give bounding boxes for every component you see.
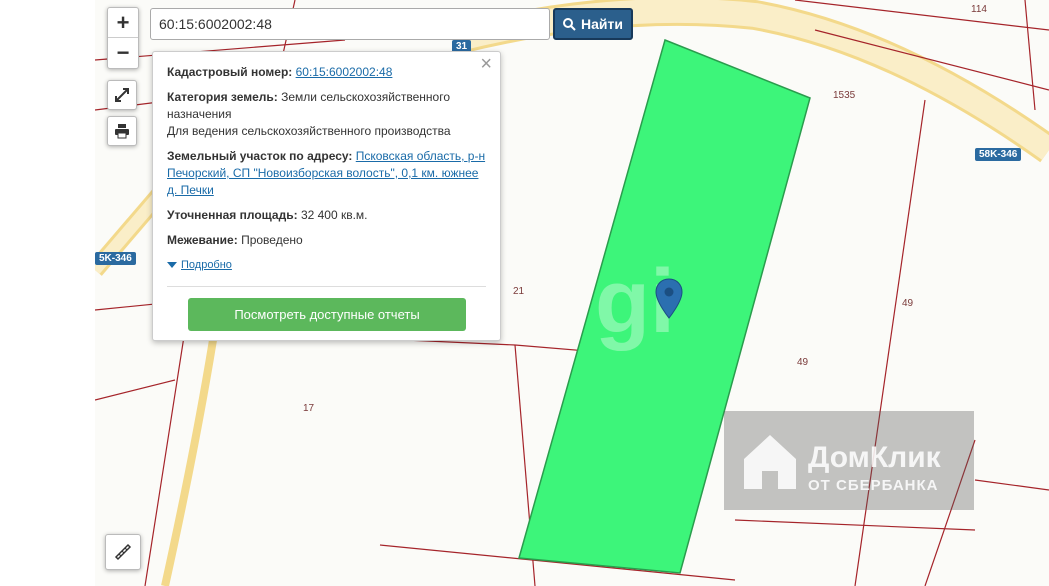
zoom-in-button[interactable]: + — [108, 8, 138, 38]
cadastral-row: Кадастровый номер: 60:15:6002002:48 — [167, 64, 486, 81]
cadastral-link[interactable]: 60:15:6002002:48 — [296, 65, 393, 79]
search-button-label: Найти — [581, 16, 623, 32]
search-input[interactable] — [150, 8, 550, 40]
domclick-watermark: ДомКлик ОТ СБЕРБАНКА — [724, 411, 974, 510]
road-badge-left: 5K-346 — [95, 252, 136, 265]
more-details-link[interactable]: Подробно — [167, 257, 486, 274]
parcel-label-114: 114 — [971, 4, 987, 15]
more-details-label: Подробно — [181, 259, 232, 271]
survey-value: Проведено — [241, 233, 303, 247]
ruler-icon — [114, 543, 132, 561]
divider — [167, 286, 486, 287]
parcel-info-popup: × Кадастровый номер: 60:15:6002002:48 Ка… — [152, 51, 501, 341]
cadastral-label: Кадастровый номер: — [167, 65, 293, 79]
view-reports-button[interactable]: Посмотреть доступные отчеты — [188, 298, 466, 331]
expand-icon — [115, 88, 129, 102]
zoom-control: + − — [107, 7, 139, 69]
print-button[interactable] — [107, 116, 137, 146]
road-badge-right: 58K-346 — [975, 148, 1022, 161]
map-pin-icon[interactable] — [655, 278, 683, 320]
search-button[interactable]: Найти — [553, 8, 633, 40]
survey-row: Межевание: Проведено — [167, 232, 486, 249]
search-icon — [563, 17, 576, 31]
printer-icon — [115, 124, 129, 139]
watermark-subtitle: ОТ СБЕРБАНКА — [808, 477, 939, 494]
parcel-label-21: 21 — [513, 286, 525, 297]
triangle-down-icon — [167, 262, 177, 268]
address-row: Земельный участок по адресу: Псковская о… — [167, 148, 486, 199]
usage-value: Для ведения сельскохозяйственного произв… — [167, 124, 451, 138]
survey-label: Межевание: — [167, 233, 238, 247]
watermark-title: ДомКлик — [808, 441, 941, 474]
close-icon[interactable]: × — [480, 54, 492, 74]
area-value: 32 400 кв.м. — [300, 208, 368, 222]
area-label: Уточненная площадь: — [167, 208, 298, 222]
house-logo-icon — [744, 435, 796, 489]
category-row: Категория земель: Земли сельскохозяйстве… — [167, 89, 486, 140]
parcel-label-1535: 1535 — [833, 90, 856, 101]
category-label: Категория земель: — [167, 90, 278, 104]
area-row: Уточненная площадь: 32 400 кв.м. — [167, 207, 486, 224]
ruler-button[interactable] — [105, 534, 141, 570]
parcel-label-49a: 49 — [902, 298, 914, 309]
address-label: Земельный участок по адресу: — [167, 149, 353, 163]
zoom-out-button[interactable]: − — [108, 38, 138, 67]
parcel-label-17: 17 — [303, 403, 315, 414]
parcel-label-49b: 49 — [797, 357, 809, 368]
fullscreen-button[interactable] — [107, 80, 137, 110]
